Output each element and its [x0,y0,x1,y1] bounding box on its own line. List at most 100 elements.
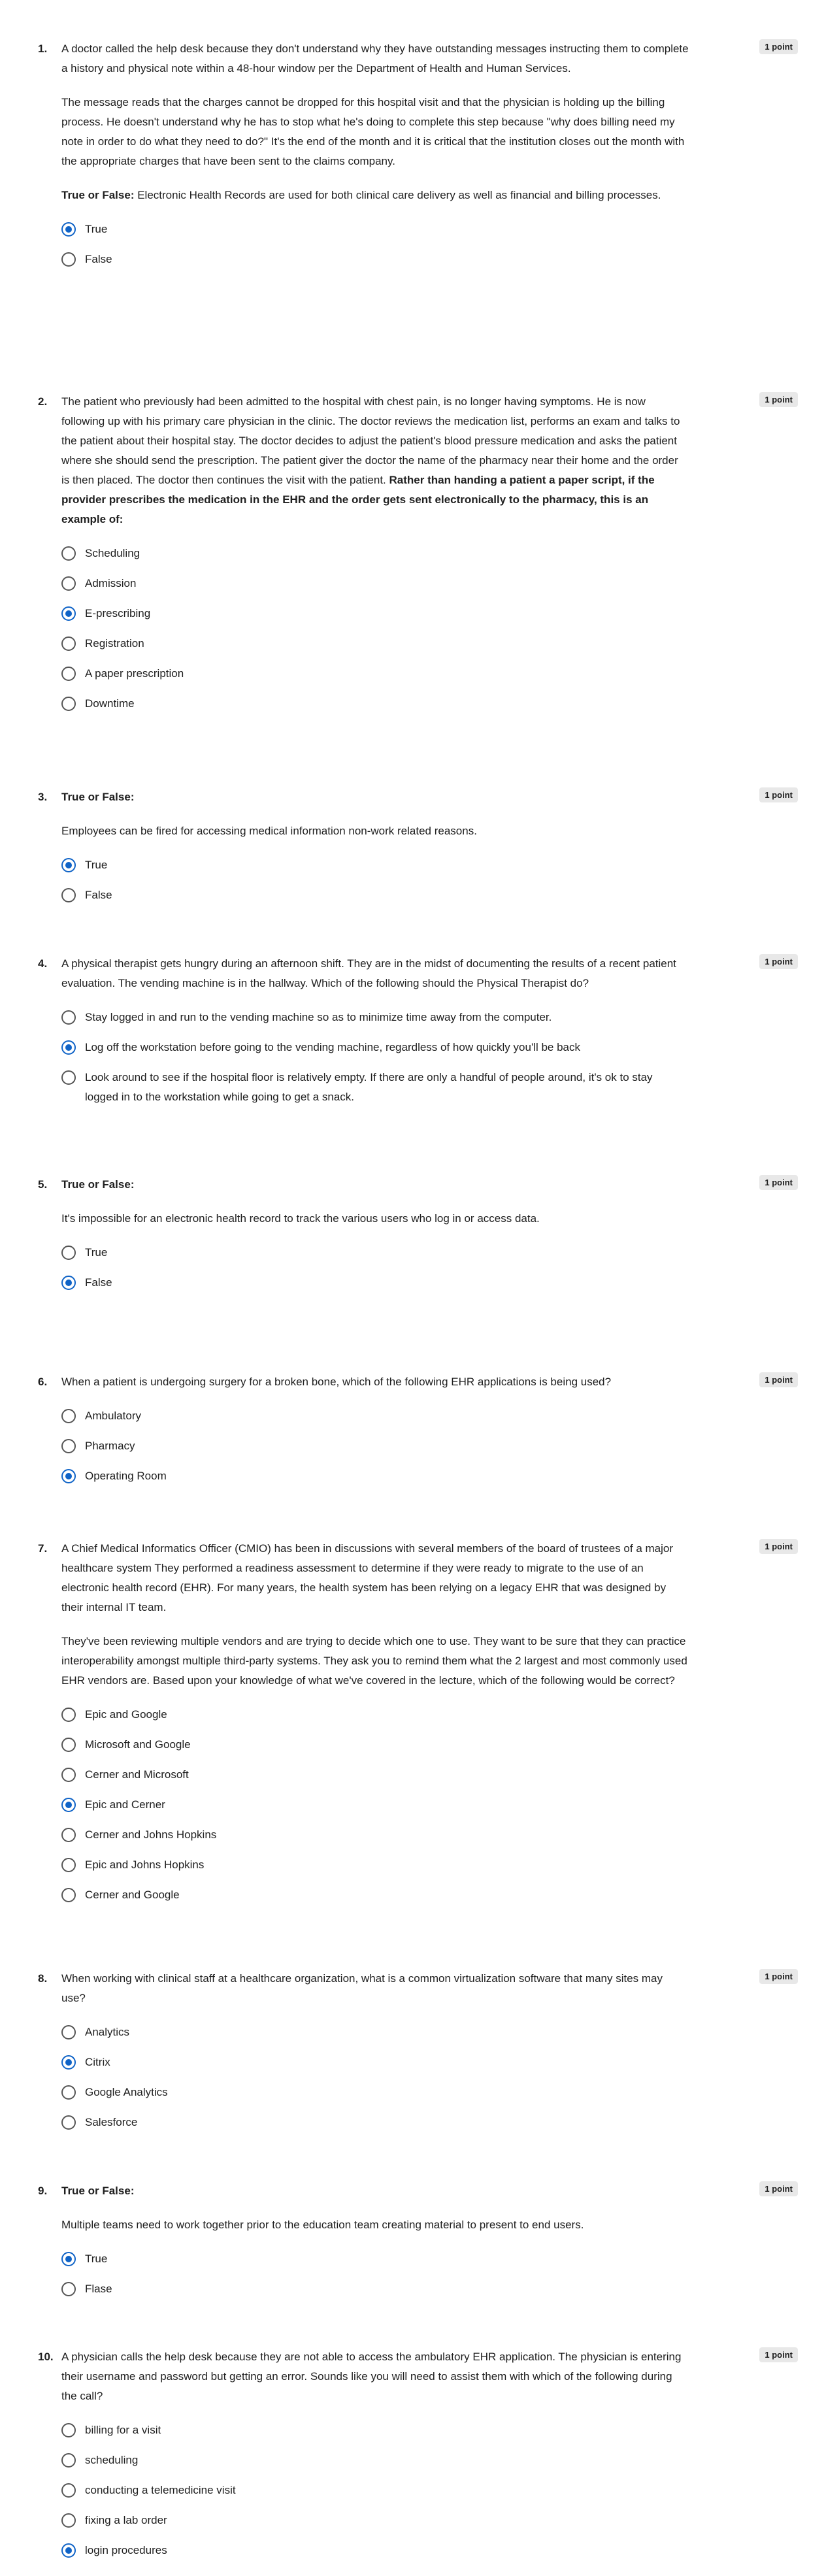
answer-option[interactable]: Analytics [61,2023,689,2043]
answer-option[interactable]: Ambulatory [61,1406,689,1427]
answer-option-label: Analytics [85,2026,130,2038]
answer-option[interactable]: Epic and Johns Hopkins [61,1855,689,1876]
radio-unselected-icon[interactable] [61,1858,76,1872]
answer-option[interactable]: True [61,220,689,240]
question-text-segment: It's impossible for an electronic health… [61,1212,540,1225]
radio-selected-icon[interactable] [61,1469,76,1483]
answer-option-label: Look around to see if the hospital floor… [85,1071,653,1103]
answer-option-label: Admission [85,577,137,589]
answer-option[interactable]: Epic and Google [61,1705,689,1726]
question-text-segment: Employees can be fired for accessing med… [61,825,477,837]
radio-unselected-icon[interactable] [61,1439,76,1453]
answer-option[interactable]: Scheduling [61,544,689,565]
radio-unselected-icon[interactable] [61,1409,76,1423]
radio-unselected-icon[interactable] [61,546,76,561]
radio-selected-icon[interactable] [61,1798,76,1812]
answer-option[interactable]: conducting a telemedicine visit [61,2481,689,2502]
answer-option[interactable]: Pharmacy [61,1436,689,1457]
answer-option[interactable]: Microsoft and Google [61,1735,689,1756]
points-badge: 1 point [759,954,798,969]
points-badge: 1 point [759,2347,798,2362]
answer-option[interactable]: Citrix [61,2053,689,2073]
question-text: A physician calls the help desk because … [61,2347,689,2406]
radio-selected-icon[interactable] [61,1276,76,1290]
radio-unselected-icon[interactable] [61,2085,76,2100]
radio-selected-icon[interactable] [61,606,76,621]
answer-option[interactable]: Epic and Cerner [61,1795,689,1816]
radio-selected-icon[interactable] [61,1040,76,1055]
radio-unselected-icon[interactable] [61,1246,76,1260]
answer-option[interactable]: A paper prescription [61,664,689,685]
question-text-segment: They've been reviewing multiple vendors … [61,1635,687,1687]
answer-options: Scheduling Admission E-prescribing Registra… [61,544,689,715]
radio-unselected-icon[interactable] [61,1768,76,1782]
answer-options: True False [61,1243,689,1294]
answer-option[interactable]: Operating Room [61,1466,689,1487]
answer-option[interactable]: Downtime [61,694,689,715]
question-text-bold: True or False: [61,1178,135,1191]
question-text: When working with clinical staff at a he… [61,1969,689,2008]
answer-option[interactable]: Salesforce [61,2113,689,2134]
radio-unselected-icon[interactable] [61,1070,76,1085]
answer-options: True Flase [61,2249,689,2300]
answer-option-label: Stay logged in and run to the vending ma… [85,1011,552,1023]
answer-option[interactable]: False [61,885,689,906]
answer-option[interactable]: Look around to see if the hospital floor… [61,1068,689,1107]
question-text-segment: The patient who previously had been admi… [61,395,680,486]
answer-option[interactable]: Flase [61,2279,689,2300]
answer-options: Epic and Google Microsoft and Google Cerne… [61,1705,689,1906]
points-badge: 1 point [759,392,798,407]
radio-unselected-icon[interactable] [61,1738,76,1752]
radio-unselected-icon[interactable] [61,667,76,681]
radio-unselected-icon[interactable] [61,2453,76,2468]
radio-unselected-icon[interactable] [61,636,76,651]
radio-unselected-icon[interactable] [61,888,76,902]
answer-option[interactable]: Google Analytics [61,2083,689,2104]
radio-unselected-icon[interactable] [61,2025,76,2039]
answer-option[interactable]: False [61,250,689,271]
radio-unselected-icon[interactable] [61,1708,76,1722]
radio-unselected-icon[interactable] [61,2282,76,2296]
answer-option[interactable]: True [61,855,689,876]
radio-unselected-icon[interactable] [61,697,76,711]
radio-unselected-icon[interactable] [61,2115,76,2130]
answer-option[interactable]: True [61,1243,689,1264]
question-text-segment: When a patient is undergoing surgery for… [61,1376,612,1388]
answer-option[interactable]: Stay logged in and run to the vending ma… [61,1008,689,1029]
answer-option[interactable]: E-prescribing [61,604,689,625]
radio-unselected-icon[interactable] [61,2513,76,2528]
radio-unselected-icon[interactable] [61,1010,76,1025]
answer-option[interactable]: Cerner and Microsoft [61,1765,689,1786]
radio-unselected-icon[interactable] [61,2483,76,2498]
radio-unselected-icon[interactable] [61,1828,76,1842]
answer-option[interactable]: billing for a visit [61,2420,689,2441]
answer-option[interactable]: login procedures [61,2541,689,2562]
points-badge: 1 point [759,787,798,802]
answer-option[interactable]: False [61,1273,689,1294]
answer-option[interactable]: scheduling [61,2451,689,2471]
answer-option[interactable]: True [61,2249,689,2270]
question-body: A physical therapist gets hungry during … [61,954,689,1116]
question-body: A doctor called the help desk because th… [61,39,689,280]
radio-selected-icon[interactable] [61,2543,76,2558]
radio-unselected-icon[interactable] [61,252,76,267]
question-body: A physician calls the help desk because … [61,2347,689,2571]
answer-option[interactable]: Cerner and Google [61,1885,689,1906]
radio-unselected-icon[interactable] [61,576,76,591]
answer-option[interactable]: Registration [61,634,689,655]
radio-selected-icon[interactable] [61,858,76,872]
radio-unselected-icon[interactable] [61,1888,76,1902]
answer-option[interactable]: Cerner and Johns Hopkins [61,1825,689,1846]
radio-selected-icon[interactable] [61,2252,76,2266]
answer-option-label: Salesforce [85,2116,138,2128]
radio-selected-icon[interactable] [61,222,76,237]
radio-selected-icon[interactable] [61,2055,76,2070]
answer-option-label: E-prescribing [85,607,151,619]
answer-option[interactable]: Log off the workstation before going to … [61,1038,689,1059]
answer-option[interactable]: fixing a lab order [61,2511,689,2532]
answer-option[interactable]: Admission [61,574,689,595]
answer-option-label: fixing a lab order [85,2514,167,2526]
answer-options: Ambulatory Pharmacy Operating Room [61,1406,689,1487]
radio-unselected-icon[interactable] [61,2423,76,2437]
answer-option-label: billing for a visit [85,2424,161,2436]
